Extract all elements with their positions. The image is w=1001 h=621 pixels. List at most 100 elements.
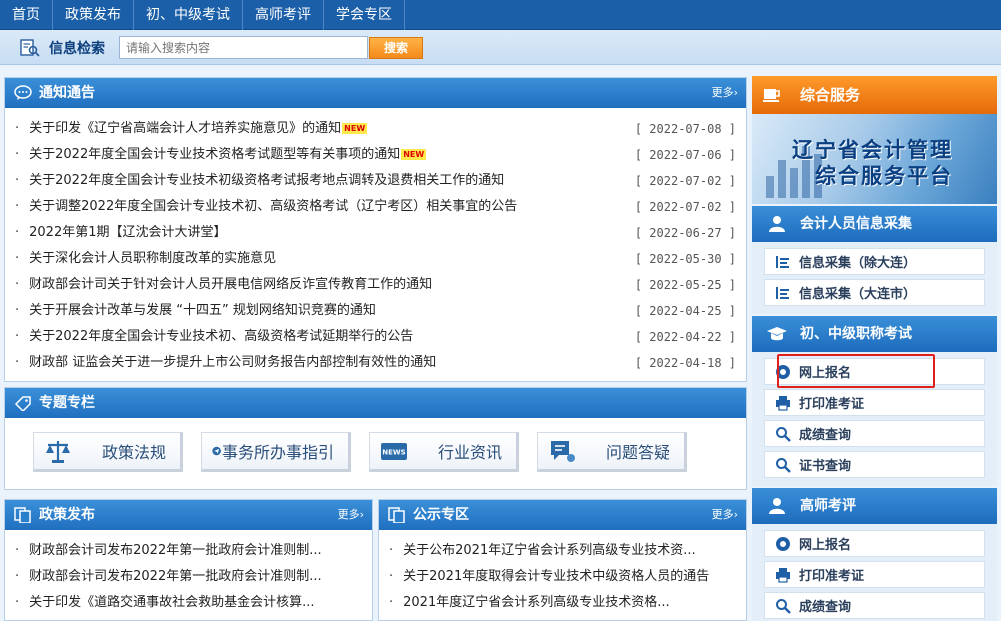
policy-item[interactable]: 关于印发《道路交通事故社会救助基金会计核算... bbox=[15, 590, 362, 616]
topic-policy-label: 政策法规 bbox=[101, 443, 166, 462]
notice-item[interactable]: 关于开展会计改革与发展 “十四五” 规划网络知识竞赛的通知 [ 2022-04-2… bbox=[15, 298, 736, 324]
notice-item[interactable]: 2022年第1期【辽沈会计大讲堂】 [ 2022-06-27 ] bbox=[15, 220, 736, 246]
publicity-item-title[interactable]: 2021年度辽宁省会计系列高级专业技术资格... bbox=[389, 590, 669, 616]
notice-item-title[interactable]: 关于2022年度全国会计专业技术资格考试题型等有关事项的通知NEW bbox=[15, 142, 427, 168]
topic-buttons: 政策法规 事务所办事指引 NEWS 行业资讯 问题答疑 bbox=[5, 418, 746, 472]
notice-item-title[interactable]: 财政部 证监会关于进一步提升上市公司财务报告内部控制有效性的通知 bbox=[15, 350, 436, 376]
notice-item-title[interactable]: 关于印发《辽宁省高端会计人才培养实施意见》的通知NEW bbox=[15, 116, 368, 142]
notice-item[interactable]: 财政部 证监会关于进一步提升上市公司财务报告内部控制有效性的通知 [ 2022-0… bbox=[15, 350, 736, 376]
collect-except-dalian-link[interactable]: 信息采集（除大连） bbox=[764, 248, 985, 275]
exam-item-label: 网上报名 bbox=[799, 366, 852, 381]
send-icon bbox=[212, 446, 221, 456]
magnifier-icon bbox=[776, 457, 791, 473]
notice-item[interactable]: 关于印发《辽宁省高端会计人才培养实施意见》的通知NEW [ 2022-07-08 … bbox=[15, 116, 736, 142]
collect-item-label: 信息采集（除大连） bbox=[799, 256, 917, 271]
service-title: 综合服务 bbox=[800, 86, 861, 104]
senior-print-ticket-link[interactable]: 打印准考证 bbox=[764, 561, 985, 588]
policy-item[interactable]: 财政部会计司发布2022年第一批政府会计准则制... bbox=[15, 538, 362, 564]
upload-list-icon bbox=[776, 286, 789, 299]
notice-header: 通知通告 更多› bbox=[5, 78, 746, 108]
notice-item-date: [ 2022-07-06 ] bbox=[634, 148, 736, 162]
notice-item-date: [ 2022-04-25 ] bbox=[634, 304, 736, 318]
publicity-item[interactable]: 关于公布2021年辽宁省会计系列高级专业技术资... bbox=[389, 538, 736, 564]
policy-item-title[interactable]: 财政部会计司发布2022年第一批政府会计准则制... bbox=[15, 564, 321, 590]
svg-text:NEWS: NEWS bbox=[382, 449, 405, 457]
notice-item-date: [ 2022-05-25 ] bbox=[634, 278, 736, 292]
topic-guide-button[interactable]: 事务所办事指引 bbox=[201, 432, 351, 472]
collect-dalian-link[interactable]: 信息采集（大连市） bbox=[764, 279, 985, 306]
user-icon bbox=[769, 498, 785, 514]
notice-item-title[interactable]: 关于开展会计改革与发展 “十四五” 规划网络知识竞赛的通知 bbox=[15, 298, 376, 324]
notice-item-title[interactable]: 关于2022年度全国会计专业技术初、高级资格考试延期举行的公告 bbox=[15, 324, 413, 350]
exam-certificate-query-link[interactable]: 证书查询 bbox=[764, 451, 985, 478]
publicity-header: 公示专区 更多› bbox=[379, 500, 746, 530]
policy-item[interactable]: 财政部会计司发布2022年第一批政府会计准则制... bbox=[15, 564, 362, 590]
printer-icon bbox=[776, 567, 790, 583]
new-badge: NEW bbox=[401, 149, 427, 160]
senior-item-label: 成绩查询 bbox=[799, 600, 852, 615]
policy-list: 财政部会计司发布2022年第一批政府会计准则制...财政部会计司发布2022年第… bbox=[5, 530, 372, 616]
notice-item[interactable]: 关于深化会计人员职称制度改革的实施意见 [ 2022-05-30 ] bbox=[15, 246, 736, 272]
topic-policy-button[interactable]: 政策法规 bbox=[33, 432, 183, 472]
nav-society[interactable]: 学会专区 bbox=[324, 0, 405, 30]
exam-item-label: 成绩查询 bbox=[799, 428, 852, 443]
notice-item-title[interactable]: 2022年第1期【辽沈会计大讲堂】 bbox=[15, 220, 227, 246]
notice-item-text: 关于2022年度全国会计专业技术初、高级资格考试延期举行的公告 bbox=[29, 329, 414, 344]
senior-score-query-link[interactable]: 成绩查询 bbox=[764, 592, 985, 619]
publicity-item-title[interactable]: 关于2021年度取得会计专业技术中级资格人员的通告 bbox=[389, 564, 709, 590]
senior-register-link[interactable]: 网上报名 bbox=[764, 530, 985, 557]
policy-item-title[interactable]: 财政部会计司发布2022年第一批政府会计准则制... bbox=[15, 538, 321, 564]
notice-item-date: [ 2022-07-02 ] bbox=[634, 200, 736, 214]
exam-print-ticket-link[interactable]: 打印准考证 bbox=[764, 389, 985, 416]
notice-item-text: 财政部 证监会关于进一步提升上市公司财务报告内部控制有效性的通知 bbox=[29, 355, 437, 370]
policy-more-link[interactable]: 更多› bbox=[338, 500, 364, 530]
policy-title: 政策发布 bbox=[39, 507, 95, 523]
notice-title: 通知通告 bbox=[39, 85, 95, 101]
search-button[interactable]: 搜索 bbox=[369, 37, 423, 59]
notice-item[interactable]: 关于2022年度全国会计专业技术初、高级资格考试延期举行的公告 [ 2022-04… bbox=[15, 324, 736, 350]
tag-icon bbox=[14, 396, 31, 411]
publicity-item[interactable]: 2021年度辽宁省会计系列高级专业技术资格... bbox=[389, 590, 736, 616]
copy-icon bbox=[388, 507, 405, 523]
notice-item-text: 2022年第1期【辽沈会计大讲堂】 bbox=[29, 225, 227, 240]
collect-header: 会计人员信息采集 bbox=[752, 206, 997, 242]
nav-exam[interactable]: 初、中级考试 bbox=[134, 0, 243, 30]
topic-news-button[interactable]: NEWS 行业资讯 bbox=[369, 432, 519, 472]
notice-item-date: [ 2022-05-30 ] bbox=[634, 252, 736, 266]
chat-bubble-icon bbox=[14, 85, 32, 100]
notice-item-date: [ 2022-07-08 ] bbox=[634, 122, 736, 136]
senior-header: 高师考评 bbox=[752, 488, 997, 524]
notice-item-date: [ 2022-06-27 ] bbox=[634, 226, 736, 240]
notice-item-text: 关于印发《辽宁省高端会计人才培养实施意见》的通知 bbox=[29, 121, 342, 136]
exam-register-link[interactable]: 网上报名 bbox=[764, 354, 985, 388]
service-platform-banner[interactable]: 辽宁省会计管理 综合服务平台 bbox=[752, 114, 997, 204]
notice-item[interactable]: 关于2022年度全国会计专业技术资格考试题型等有关事项的通知NEW [ 2022-… bbox=[15, 142, 736, 168]
printer-icon bbox=[776, 395, 790, 411]
publicity-panel: 公示专区 更多› 关于公布2021年辽宁省会计系列高级专业技术资...关于202… bbox=[378, 499, 747, 621]
nav-home[interactable]: 首页 bbox=[0, 0, 53, 30]
notice-item-title[interactable]: 财政部会计司关于针对会计人员开展电信网络反诈宣传教育工作的通知 bbox=[15, 272, 432, 298]
publicity-item-title[interactable]: 关于公布2021年辽宁省会计系列高级专业技术资... bbox=[389, 538, 695, 564]
search-bar: 信息检索 搜索 bbox=[0, 30, 1001, 65]
notice-item-title[interactable]: 关于2022年度全国会计专业技术初级资格考试报考地点调转及退费相关工作的通知 bbox=[15, 168, 504, 194]
notice-more-link[interactable]: 更多› bbox=[712, 78, 738, 108]
notice-item[interactable]: 关于2022年度全国会计专业技术初级资格考试报考地点调转及退费相关工作的通知 [ … bbox=[15, 168, 736, 194]
topic-guide-label: 事务所办事指引 bbox=[221, 443, 334, 462]
exam-score-query-link[interactable]: 成绩查询 bbox=[764, 420, 985, 447]
publicity-more-link[interactable]: 更多› bbox=[712, 500, 738, 530]
exam-item-label: 证书查询 bbox=[799, 459, 852, 474]
nav-senior[interactable]: 高师考评 bbox=[243, 0, 324, 30]
nav-policy[interactable]: 政策发布 bbox=[53, 0, 134, 30]
notice-item-title[interactable]: 关于深化会计人员职称制度改革的实施意见 bbox=[15, 246, 276, 272]
publicity-title: 公示专区 bbox=[413, 507, 469, 523]
exam-header: 初、中级职称考试 bbox=[752, 316, 997, 352]
publicity-item[interactable]: 关于2021年度取得会计专业技术中级资格人员的通告 bbox=[389, 564, 736, 590]
notice-item-title[interactable]: 关于调整2022年度全国会计专业技术初、高级资格考试（辽宁考区）相关事宜的公告 bbox=[15, 194, 517, 220]
policy-item-title[interactable]: 关于印发《道路交通事故社会救助基金会计核算... bbox=[15, 590, 314, 616]
topic-faq-button[interactable]: 问题答疑 bbox=[537, 432, 687, 472]
notice-item[interactable]: 财政部会计司关于针对会计人员开展电信网络反诈宣传教育工作的通知 [ 2022-05… bbox=[15, 272, 736, 298]
senior-item-label: 网上报名 bbox=[799, 538, 852, 553]
search-input[interactable] bbox=[119, 36, 368, 59]
banner-title-line2: 综合服务平台 bbox=[815, 164, 953, 188]
notice-item[interactable]: 关于调整2022年度全国会计专业技术初、高级资格考试（辽宁考区）相关事宜的公告 [… bbox=[15, 194, 736, 220]
